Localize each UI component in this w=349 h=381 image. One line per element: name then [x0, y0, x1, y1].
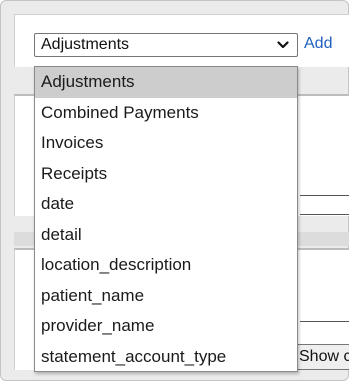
select-option[interactable]: Combined Payments	[35, 98, 297, 129]
select-option[interactable]: Receipts	[35, 159, 297, 190]
chevron-down-icon	[277, 41, 289, 49]
select-option[interactable]: location_description	[35, 250, 297, 281]
select-option[interactable]: Adjustments	[35, 67, 297, 98]
page: Adjustments Add Show c Adjustments Combi…	[0, 0, 349, 381]
select-option[interactable]: Invoices	[35, 128, 297, 159]
select-dropdown-list: Adjustments Combined Payments Invoices R…	[34, 66, 298, 372]
select-option[interactable]: patient_name	[35, 281, 297, 312]
show-button[interactable]: Show c	[292, 344, 349, 370]
report-type-select[interactable]: Adjustments	[34, 33, 298, 57]
select-option[interactable]: detail	[35, 220, 297, 251]
select-option[interactable]: date	[35, 189, 297, 220]
select-value: Adjustments	[41, 36, 130, 53]
background-field-underline	[300, 321, 349, 322]
background-field-underline	[300, 195, 349, 196]
add-link[interactable]: Add	[304, 35, 332, 53]
select-option[interactable]: provider_name	[35, 311, 297, 342]
background-field-underline	[300, 214, 349, 215]
select-option[interactable]: statement_account_type	[35, 342, 297, 372]
